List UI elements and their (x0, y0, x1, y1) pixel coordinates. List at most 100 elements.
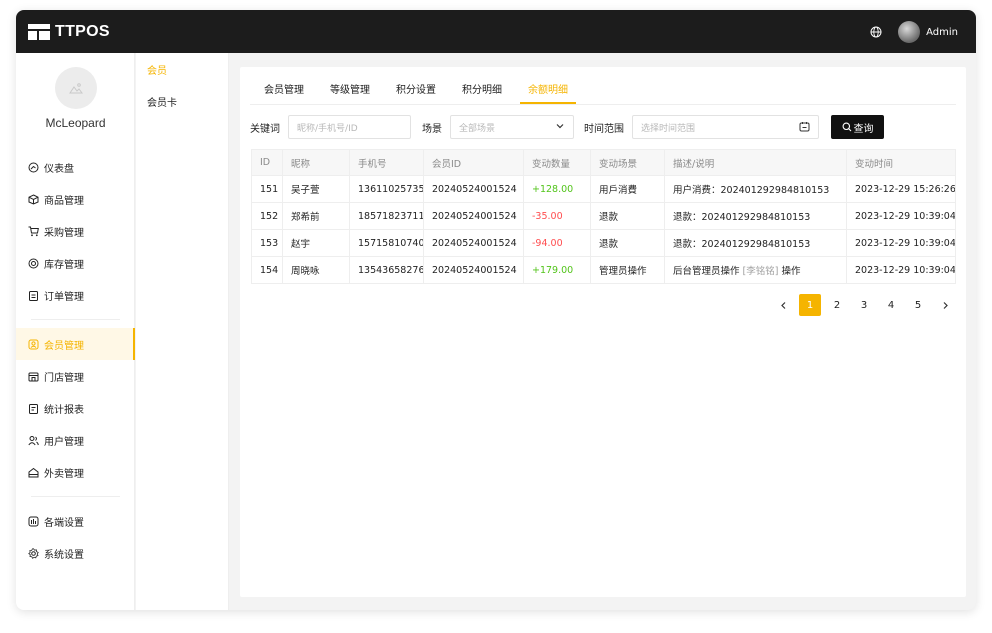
page-button-3[interactable]: 3 (853, 294, 875, 316)
box-icon (27, 193, 39, 205)
chevron-left-icon (780, 301, 785, 309)
tab-member-management[interactable]: 会员管理 (264, 81, 304, 104)
cell-nickname: 周晓咏 (282, 256, 350, 284)
keyword-input[interactable]: 昵称/手机号/ID (288, 115, 411, 139)
column-header-id[interactable]: ID (251, 149, 283, 176)
scene-select[interactable]: 全部场景 (450, 115, 574, 139)
cell-phone: 15715810740 (349, 229, 424, 257)
sidebar-item-label: 各端设置 (44, 517, 84, 529)
sidebar-divider (31, 319, 120, 320)
table-row[interactable]: 153 赵宇 15715810740 20240524001524 -94.00… (251, 229, 956, 257)
globe-icon[interactable] (870, 26, 882, 38)
subnav-item-member-card[interactable]: 会员卡 (136, 85, 228, 117)
keyword-label: 关键词 (250, 123, 280, 135)
sidebar-item-users[interactable]: 用户管理 (16, 424, 135, 456)
table-row[interactable]: 152 郑希前 18571823711 20240524001524 -35.0… (251, 202, 956, 230)
sidebar-item-stores[interactable]: 门店管理 (16, 360, 135, 392)
tab-divider (250, 104, 956, 105)
column-header-amount[interactable]: 变动数量 (523, 149, 591, 176)
image-placeholder-icon (69, 83, 83, 94)
page-button-4[interactable]: 4 (880, 294, 902, 316)
tab-points-details[interactable]: 积分明细 (462, 81, 502, 104)
sidebar-item-label: 库存管理 (44, 259, 84, 271)
page-button-1[interactable]: 1 (799, 294, 821, 316)
tab-balance-details[interactable]: 余额明细 (520, 81, 576, 104)
page-button-2[interactable]: 2 (826, 294, 848, 316)
top-bar: TTPOS Admin (16, 10, 976, 53)
cell-phone: 13543658276 (349, 256, 424, 284)
sidebar-item-orders[interactable]: 订单管理 (16, 279, 135, 311)
search-button[interactable]: 查询 (831, 115, 884, 139)
tab-points-settings[interactable]: 积分设置 (396, 81, 436, 104)
store-icon (27, 370, 39, 382)
cell-nickname: 吴子萱 (282, 175, 350, 203)
column-header-member-id[interactable]: 会员ID (423, 149, 524, 176)
cell-scene: 用戶消費 (590, 175, 665, 203)
column-header-description[interactable]: 描述/说明 (664, 149, 847, 176)
cell-scene: 退款 (590, 202, 665, 230)
scene-label: 场景 (422, 123, 442, 135)
sidebar-item-label: 门店管理 (44, 372, 84, 384)
sidebar-item-reports[interactable]: 统计报表 (16, 392, 135, 424)
cell-id: 153 (251, 229, 283, 257)
sidebar-item-label: 外卖管理 (44, 468, 84, 480)
inventory-icon (27, 257, 39, 269)
keyword-placeholder: 昵称/手机号/ID (297, 123, 358, 134)
cell-amount: -94.00 (523, 229, 591, 257)
profile-avatar[interactable] (55, 67, 97, 109)
app-window: TTPOS Admin McLeopard 仪表盘 商品管理 采购管理 库存管理… (16, 10, 976, 610)
delivery-icon (27, 466, 39, 478)
table-row[interactable]: 154 周晓咏 13543658276 20240524001524 +179.… (251, 256, 956, 284)
cell-phone: 18571823711 (349, 202, 424, 230)
sidebar-item-system-settings[interactable]: 系统设置 (16, 537, 135, 569)
sidebar-item-members[interactable]: 会员管理 (16, 328, 135, 360)
sidebar-item-device-settings[interactable]: 各端设置 (16, 505, 135, 537)
cell-member-id: 20240524001524 (423, 229, 524, 257)
column-header-nickname[interactable]: 昵称 (282, 149, 350, 176)
sidebar-item-inventory[interactable]: 库存管理 (16, 247, 135, 279)
next-page-button[interactable] (934, 294, 956, 316)
sidebar-item-label: 采购管理 (44, 227, 84, 239)
sidebar-item-label: 订单管理 (44, 291, 84, 303)
chevron-down-icon (556, 124, 564, 129)
logo[interactable]: TTPOS (28, 22, 110, 42)
filter-bar: 关键词 昵称/手机号/ID 场景 全部场景 时间范围 选择时间范围 查询 (250, 115, 956, 139)
tab-level-management[interactable]: 等级管理 (330, 81, 370, 104)
cell-time: 2023-12-29 15:26:26 (846, 175, 956, 203)
cell-time: 2023-12-29 10:39:04 (846, 202, 956, 230)
dashboard-icon (27, 161, 39, 173)
cell-scene: 管理员操作 (590, 256, 665, 284)
subnav-item-member[interactable]: 会员 (136, 53, 228, 85)
column-header-phone[interactable]: 手机号 (349, 149, 424, 176)
sidebar-item-label: 用户管理 (44, 436, 84, 448)
column-header-time[interactable]: 变动时间 (846, 149, 956, 176)
sidebar: McLeopard 仪表盘 商品管理 采购管理 库存管理 订单管理 会员管理 门… (16, 53, 135, 610)
devices-icon (27, 515, 39, 527)
cart-icon (27, 225, 39, 237)
table-row[interactable]: 151 吴子萱 13611025735 20240524001524 +128.… (251, 175, 956, 203)
calendar-icon (799, 122, 810, 132)
cell-description: 退款：202401292984810153 (664, 229, 847, 257)
cell-description: 后台管理员操作 [李铭铭] 操作 (664, 256, 847, 284)
chevron-right-icon (943, 301, 948, 309)
search-button-label: 查询 (853, 123, 874, 135)
cell-amount: +179.00 (523, 256, 591, 284)
column-header-scene[interactable]: 变动场景 (590, 149, 665, 176)
logo-mark-icon (28, 24, 50, 40)
sidebar-item-dashboard[interactable]: 仪表盘 (16, 151, 135, 183)
table-header-row: ID 昵称 手机号 会员ID 变动数量 变动场景 描述/说明 变动时间 (251, 149, 956, 176)
time-range-input[interactable]: 选择时间范围 (632, 115, 819, 139)
sidebar-item-products[interactable]: 商品管理 (16, 183, 135, 215)
scene-select-value: 全部场景 (459, 123, 496, 134)
cell-phone: 13611025735 (349, 175, 424, 203)
user-avatar[interactable] (898, 21, 921, 43)
prev-page-button[interactable] (772, 294, 794, 316)
sidebar-item-label: 系统设置 (44, 549, 84, 561)
member-icon (27, 338, 39, 350)
sidebar-nav: 仪表盘 商品管理 采购管理 库存管理 订单管理 会员管理 门店管理 统计报表 用… (16, 151, 135, 569)
sidebar-item-purchase[interactable]: 采购管理 (16, 215, 135, 247)
user-name[interactable]: Admin (926, 27, 958, 38)
description-text: 后台管理员操作 (673, 266, 740, 277)
page-button-5[interactable]: 5 (907, 294, 929, 316)
sidebar-item-delivery[interactable]: 外卖管理 (16, 456, 135, 488)
